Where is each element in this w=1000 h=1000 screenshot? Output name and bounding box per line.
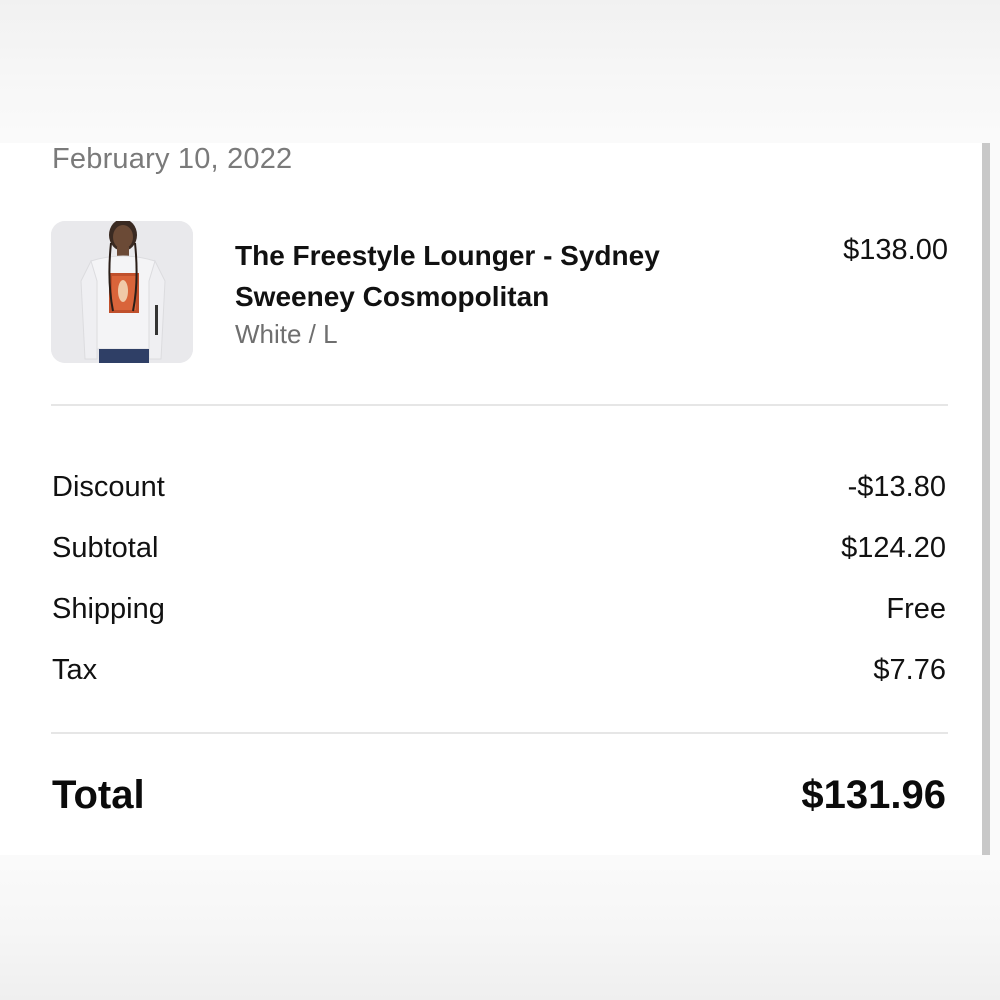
- shipping-label: Shipping: [52, 593, 165, 625]
- total-row: Total $131.96: [52, 773, 946, 823]
- total-label: Total: [52, 773, 145, 817]
- item-title[interactable]: The Freestyle Lounger - Sydney Sweeney C…: [235, 235, 715, 317]
- subtotal-label: Subtotal: [52, 532, 159, 564]
- order-receipt: February 10, 2022 The Freestyle Lounger …: [0, 143, 982, 855]
- item-details: The Freestyle Lounger - Sydney Sweeney C…: [235, 235, 715, 351]
- line-item[interactable]: The Freestyle Lounger - Sydney Sweeney C…: [51, 221, 948, 363]
- divider: [51, 732, 948, 734]
- scrollbar[interactable]: [982, 143, 990, 855]
- product-thumbnail[interactable]: [51, 221, 193, 363]
- shipping-row: Shipping Free: [52, 593, 946, 633]
- divider: [51, 404, 948, 406]
- discount-label: Discount: [52, 471, 165, 503]
- item-variant: White / L: [235, 319, 338, 349]
- subtotal-row: Subtotal $124.20: [52, 532, 946, 572]
- total-value: $131.96: [801, 773, 946, 817]
- product-photo-icon: [51, 221, 193, 363]
- subtotal-value: $124.20: [841, 532, 946, 564]
- item-price: $138.00: [843, 234, 948, 266]
- discount-value: -$13.80: [847, 471, 946, 503]
- tax-row: Tax $7.76: [52, 654, 946, 694]
- discount-row: Discount -$13.80: [52, 471, 946, 511]
- shipping-value: Free: [886, 593, 946, 625]
- tax-value: $7.76: [873, 654, 946, 686]
- order-date: February 10, 2022: [52, 143, 293, 175]
- screenshot-frame: February 10, 2022 The Freestyle Lounger …: [0, 0, 1000, 1000]
- tax-label: Tax: [52, 654, 98, 686]
